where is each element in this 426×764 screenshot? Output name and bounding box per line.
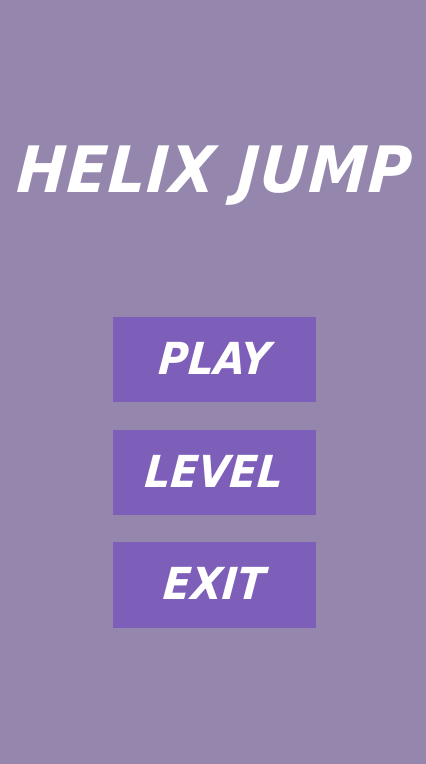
game-title: HELIX JUMP	[14, 133, 415, 208]
play-button-label: PLAY	[156, 334, 273, 385]
helix-jump-main-menu: HELIX JUMP PLAY LEVEL EXIT	[0, 0, 426, 764]
exit-button-label: EXIT	[161, 559, 268, 610]
play-button[interactable]: PLAY	[113, 317, 316, 402]
level-button[interactable]: LEVEL	[113, 430, 316, 515]
level-button-label: LEVEL	[143, 447, 286, 498]
exit-button[interactable]: EXIT	[113, 542, 316, 628]
